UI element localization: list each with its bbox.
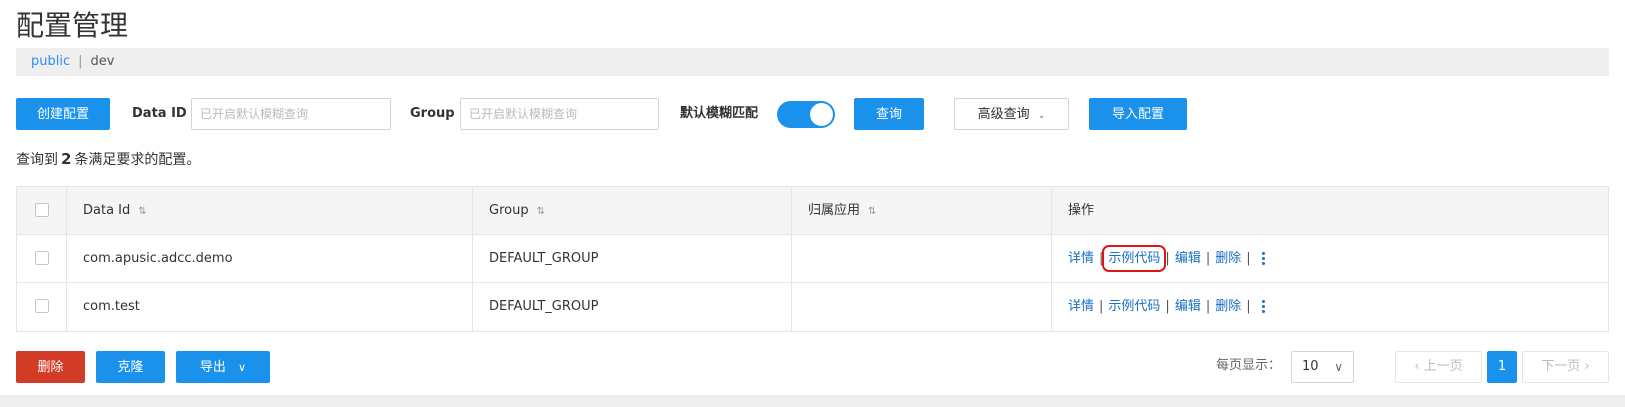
current-page-button[interactable]: 1 xyxy=(1487,351,1517,383)
header-data-id[interactable]: Data Id ⇅ xyxy=(67,187,473,234)
cell-app xyxy=(792,235,1052,282)
select-all-checkbox[interactable] xyxy=(35,203,49,217)
table-header-row: Data Id ⇅ Group ⇅ 归属应用 ⇅ 操作 xyxy=(17,187,1608,235)
sample-code-link[interactable]: 示例代码 xyxy=(1108,299,1160,314)
op-separator: | xyxy=(1165,251,1170,266)
namespace-separator: | xyxy=(78,54,83,69)
cell-app xyxy=(792,283,1052,331)
cell-ops: 详情 | 示例代码 | 编辑 | 删除 | xyxy=(1052,283,1608,331)
row-select-cell xyxy=(17,283,67,331)
footer-strip xyxy=(0,395,1625,407)
detail-link[interactable]: 详情 xyxy=(1068,299,1094,314)
more-vertical-icon[interactable] xyxy=(1261,298,1266,315)
advanced-query-button[interactable]: 高级查询 ⌄ xyxy=(954,98,1069,130)
query-button[interactable]: 查询 xyxy=(854,98,924,130)
row-checkbox[interactable] xyxy=(35,299,49,313)
next-page-label: 下一页 xyxy=(1541,359,1581,374)
result-summary: 查询到 2 条满足要求的配置。 xyxy=(16,149,200,169)
header-group[interactable]: Group ⇅ xyxy=(473,187,792,234)
sort-icon[interactable]: ⇅ xyxy=(537,206,545,217)
op-separator: | xyxy=(1205,299,1211,314)
page-title: 配置管理 xyxy=(16,9,129,42)
cell-ops: 详情 | 示例代码 | 编辑 | 删除 | xyxy=(1052,235,1608,282)
header-select-cell xyxy=(17,187,67,234)
toggle-knob xyxy=(810,103,833,126)
clone-button[interactable]: 克隆 xyxy=(96,351,165,383)
chevron-right-icon: › xyxy=(1584,359,1590,374)
cell-group: DEFAULT_GROUP xyxy=(473,235,792,282)
sort-icon[interactable]: ⇅ xyxy=(138,206,146,217)
delete-link[interactable]: 删除 xyxy=(1215,299,1241,314)
chevron-left-icon: ‹ xyxy=(1414,359,1420,374)
fuzzy-match-toggle[interactable] xyxy=(777,101,835,128)
page-size-select[interactable]: 10 ∨ xyxy=(1291,351,1354,383)
summary-prefix: 查询到 xyxy=(16,152,58,168)
more-vertical-icon[interactable] xyxy=(1261,250,1266,267)
config-table: Data Id ⇅ Group ⇅ 归属应用 ⇅ 操作 com.apusic.adcc… xyxy=(16,186,1609,332)
summary-count: 2 xyxy=(61,150,72,168)
header-group-label: Group xyxy=(489,203,529,218)
op-separator: | xyxy=(1205,251,1211,266)
op-separator: | xyxy=(1246,251,1251,266)
cell-data-id: com.test xyxy=(67,283,473,331)
advanced-query-label: 高级查询 xyxy=(977,107,1030,122)
summary-suffix: 条满足要求的配置。 xyxy=(74,152,201,168)
prev-page-button[interactable]: ‹ 上一页 xyxy=(1395,351,1482,383)
create-config-button[interactable]: 创建配置 xyxy=(16,98,110,130)
group-input[interactable] xyxy=(460,98,659,130)
cell-data-id: com.apusic.adcc.demo xyxy=(67,235,473,282)
chevron-down-icon: ⌄ xyxy=(1037,111,1046,121)
header-app[interactable]: 归属应用 ⇅ xyxy=(792,187,1052,234)
prev-page-label: 上一页 xyxy=(1423,359,1463,374)
group-label: Group xyxy=(410,106,455,121)
header-app-label: 归属应用 xyxy=(808,203,861,218)
namespace-dev-link[interactable]: dev xyxy=(91,54,115,69)
fuzzy-match-label: 默认模糊匹配 xyxy=(680,106,759,121)
detail-link[interactable]: 详情 xyxy=(1068,251,1094,266)
chevron-down-icon: ∨ xyxy=(1334,360,1343,374)
header-ops: 操作 xyxy=(1068,203,1095,218)
namespace-bar: public | dev xyxy=(16,48,1609,76)
table-row: com.apusic.adcc.demo DEFAULT_GROUP 详情 | 示例… xyxy=(17,235,1608,283)
next-page-button[interactable]: 下一页 › xyxy=(1522,351,1609,383)
data-id-input[interactable] xyxy=(191,98,391,130)
export-label: 导出 xyxy=(199,360,226,375)
op-separator: | xyxy=(1099,251,1104,266)
namespace-public-link[interactable]: public xyxy=(31,54,70,69)
op-separator: | xyxy=(1099,299,1104,314)
chevron-down-icon: ∨ xyxy=(238,361,247,374)
cell-group: DEFAULT_GROUP xyxy=(473,283,792,331)
header-data-id-label: Data Id xyxy=(83,203,131,218)
delete-link[interactable]: 删除 xyxy=(1215,251,1241,266)
row-checkbox[interactable] xyxy=(35,251,49,265)
row-select-cell xyxy=(17,235,67,282)
edit-link[interactable]: 编辑 xyxy=(1175,251,1201,266)
sample-code-link[interactable]: 示例代码 xyxy=(1102,245,1167,272)
page-size-value: 10 xyxy=(1302,359,1319,374)
data-id-label: Data ID xyxy=(132,106,187,121)
edit-link[interactable]: 编辑 xyxy=(1175,299,1201,314)
op-separator: | xyxy=(1165,299,1170,314)
import-config-button[interactable]: 导入配置 xyxy=(1089,98,1187,130)
table-row: com.test DEFAULT_GROUP 详情 | 示例代码 | 编辑 | 删除 | xyxy=(17,283,1608,331)
page-size-label: 每页显示： xyxy=(1216,358,1282,373)
export-button[interactable]: 导出 ∨ xyxy=(176,351,270,383)
sort-icon[interactable]: ⇅ xyxy=(868,206,876,217)
op-separator: | xyxy=(1246,299,1251,314)
batch-delete-button[interactable]: 删除 xyxy=(16,351,85,383)
